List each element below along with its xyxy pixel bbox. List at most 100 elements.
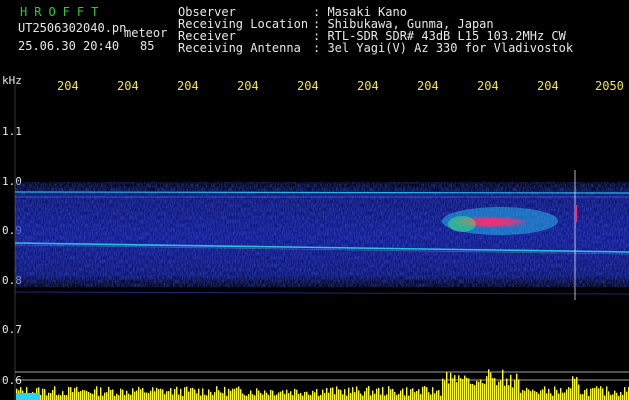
power-bar [594, 388, 596, 400]
power-bar [496, 385, 498, 400]
power-bar [288, 393, 290, 400]
power-bar [458, 375, 460, 400]
power-bar [146, 392, 148, 400]
power-bar [140, 389, 142, 400]
power-bar [268, 394, 270, 400]
power-bar [604, 395, 606, 400]
power-bar [372, 390, 374, 400]
power-bar [300, 392, 302, 400]
power-bar [368, 386, 370, 400]
power-bar [398, 393, 400, 400]
power-bar [102, 395, 104, 400]
power-bar [578, 384, 580, 400]
power-bar [58, 394, 60, 400]
power-bar [336, 386, 338, 400]
power-bar [538, 393, 540, 400]
power-bar [238, 386, 240, 400]
power-bar [206, 395, 208, 400]
power-bar [172, 394, 174, 400]
power-bar [132, 388, 134, 400]
power-bar [620, 392, 622, 400]
power-bar [248, 394, 250, 400]
power-bar [198, 388, 200, 400]
power-bar [384, 395, 386, 400]
power-bar [562, 392, 564, 400]
power-bar [428, 392, 430, 400]
power-bar [420, 394, 422, 400]
power-bar [328, 392, 330, 400]
power-bar [244, 395, 246, 400]
power-bar [192, 387, 194, 400]
power-bar [506, 378, 508, 400]
power-bar [542, 389, 544, 400]
power-bar [400, 390, 402, 400]
power-bar [324, 392, 326, 400]
power-bar [470, 383, 472, 400]
power-bar [402, 388, 404, 400]
power-bar [42, 388, 44, 400]
power-bar [550, 393, 552, 400]
power-bar [574, 378, 576, 400]
power-bar [340, 389, 342, 400]
power-bar [86, 390, 88, 400]
power-bar [282, 390, 284, 400]
power-bar [366, 387, 368, 400]
power-bar [600, 386, 602, 400]
power-bar [422, 386, 424, 400]
power-bar [460, 378, 462, 400]
power-bar [264, 390, 266, 400]
power-bar [608, 391, 610, 400]
power-bar [84, 390, 86, 400]
power-bar [82, 389, 84, 400]
power-bar [438, 390, 440, 400]
power-bar [548, 388, 550, 400]
power-bar [526, 387, 528, 400]
power-bar [488, 369, 490, 400]
power-bar [616, 392, 618, 400]
power-bar [216, 386, 218, 400]
power-bar [190, 388, 192, 400]
power-bar [498, 381, 500, 400]
power-bar [360, 393, 362, 400]
echo-green [448, 216, 476, 232]
power-bar [44, 389, 46, 400]
power-bar [566, 389, 568, 400]
power-bar [54, 386, 56, 400]
power-bar [376, 388, 378, 400]
power-bar [350, 392, 352, 400]
power-bar [262, 394, 264, 400]
power-bar [404, 395, 406, 400]
power-bar [50, 393, 52, 400]
power-bar [90, 393, 92, 400]
power-bar [612, 394, 614, 400]
power-bar [242, 393, 244, 400]
power-bar [72, 392, 74, 400]
power-bar [392, 388, 394, 400]
power-bar [354, 392, 356, 400]
power-bar [304, 391, 306, 400]
power-bar [114, 395, 116, 400]
power-bar [474, 385, 476, 400]
power-bar [46, 395, 48, 400]
power-bar [110, 389, 112, 400]
power-bar [174, 388, 176, 400]
power-bar [64, 394, 66, 400]
power-bar [454, 375, 456, 400]
power-bar [196, 393, 198, 400]
power-bar [484, 383, 486, 400]
power-bar [66, 395, 68, 400]
power-bar [320, 394, 322, 400]
power-bar [284, 394, 286, 400]
power-bar [334, 394, 336, 400]
power-bar [310, 395, 312, 400]
power-bar [100, 387, 102, 400]
power-bar [112, 389, 114, 400]
power-bar [148, 392, 150, 400]
power-bar [76, 386, 78, 400]
power-bar [332, 387, 334, 400]
power-bar [522, 389, 524, 400]
power-bar [224, 386, 226, 400]
power-bar [528, 389, 530, 400]
power-bar [312, 390, 314, 400]
power-bar [450, 372, 452, 400]
